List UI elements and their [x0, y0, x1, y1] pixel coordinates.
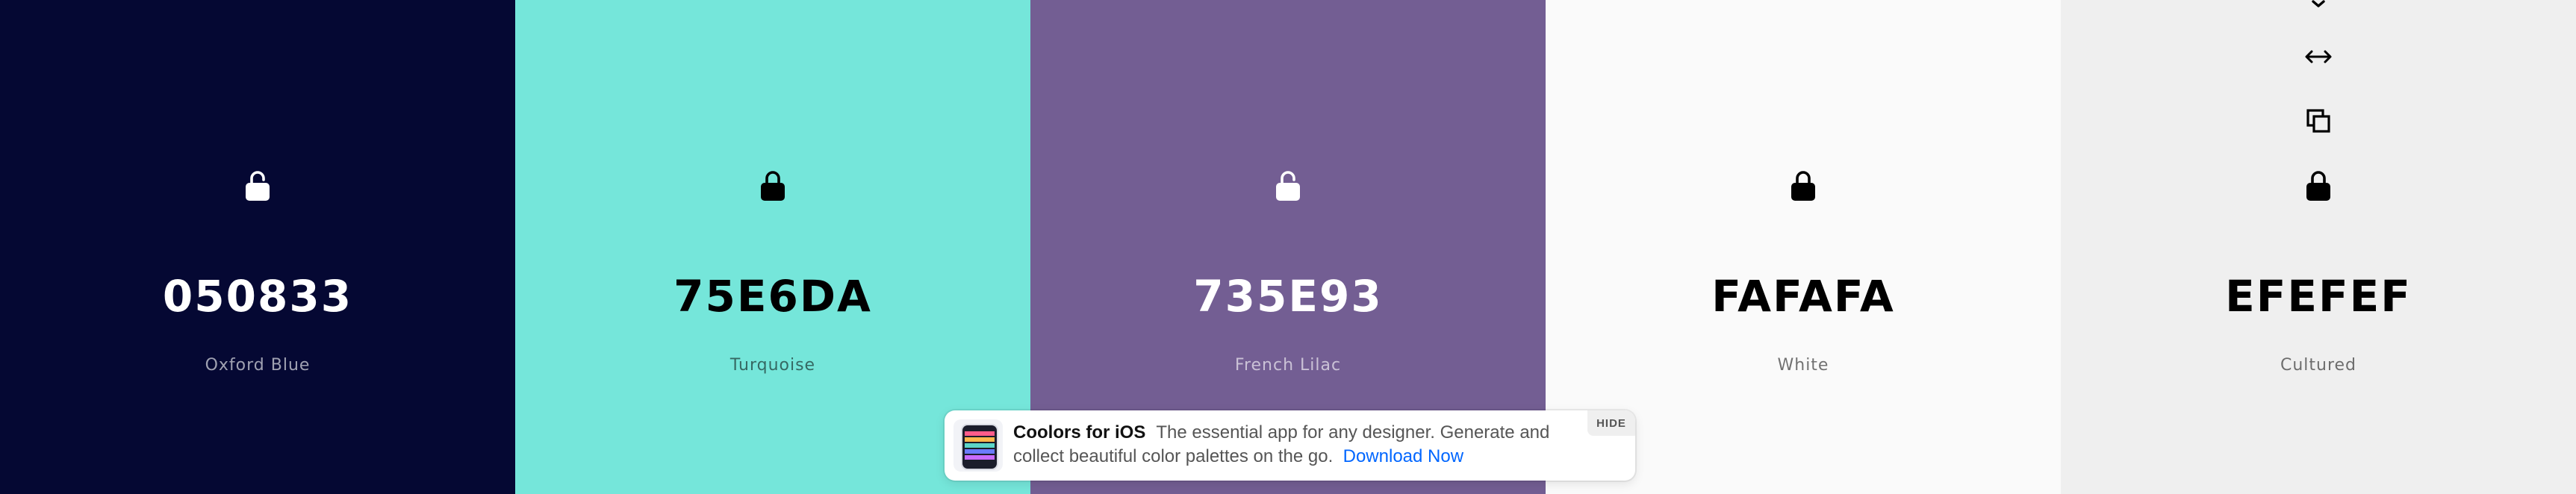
hex-code[interactable]: EFEFEF: [2061, 263, 2576, 330]
palette-stripe: [965, 449, 995, 454]
color-name[interactable]: Oxford Blue: [0, 354, 515, 378]
unlock-icon[interactable]: [241, 169, 274, 201]
app-thumbnail: [953, 419, 1003, 472]
palette-stripe: [965, 431, 995, 436]
color-name[interactable]: Cultured: [2061, 354, 2576, 378]
swatch-tools: [1546, 0, 2061, 224]
lock-icon[interactable]: [2302, 169, 2335, 201]
copy-icon[interactable]: [2302, 104, 2335, 137]
ios-app-ad-banner[interactable]: Coolors for iOS The essential app for any…: [945, 410, 1635, 481]
palette-stripe: [965, 437, 995, 442]
remove-icon[interactable]: [2302, 0, 2335, 16]
download-now-link[interactable]: Download Now: [1343, 446, 1463, 466]
hide-ad-button[interactable]: HIDE: [1587, 410, 1635, 436]
swatch-1[interactable]: 050833 Oxford Blue: [0, 0, 515, 494]
ad-text: Coolors for iOS The essential app for any…: [1013, 421, 1603, 469]
hex-code[interactable]: 75E6DA: [515, 263, 1030, 330]
color-name[interactable]: Turquoise: [515, 354, 1030, 378]
color-name[interactable]: French Lilac: [1030, 354, 1546, 378]
ad-title: Coolors for iOS: [1013, 422, 1146, 443]
lock-icon[interactable]: [1787, 169, 1820, 201]
swatch-tools: [0, 0, 515, 224]
palette-stripe: [965, 455, 995, 460]
hex-code[interactable]: FAFAFA: [1546, 263, 2061, 330]
hex-code[interactable]: 050833: [0, 263, 515, 330]
unlock-icon[interactable]: [1272, 169, 1304, 201]
swatch-5[interactable]: EFEFEF Cultured: [2061, 0, 2576, 494]
swatch-tools: [2061, 0, 2576, 224]
swatch-tools: [515, 0, 1030, 224]
color-name[interactable]: White: [1546, 354, 2061, 378]
swatch-tools: [1030, 0, 1546, 224]
lock-icon[interactable]: [756, 169, 789, 201]
hex-code[interactable]: 735E93: [1030, 263, 1546, 330]
palette-stripe: [965, 443, 995, 448]
drag-arrows-icon[interactable]: [2302, 40, 2335, 73]
